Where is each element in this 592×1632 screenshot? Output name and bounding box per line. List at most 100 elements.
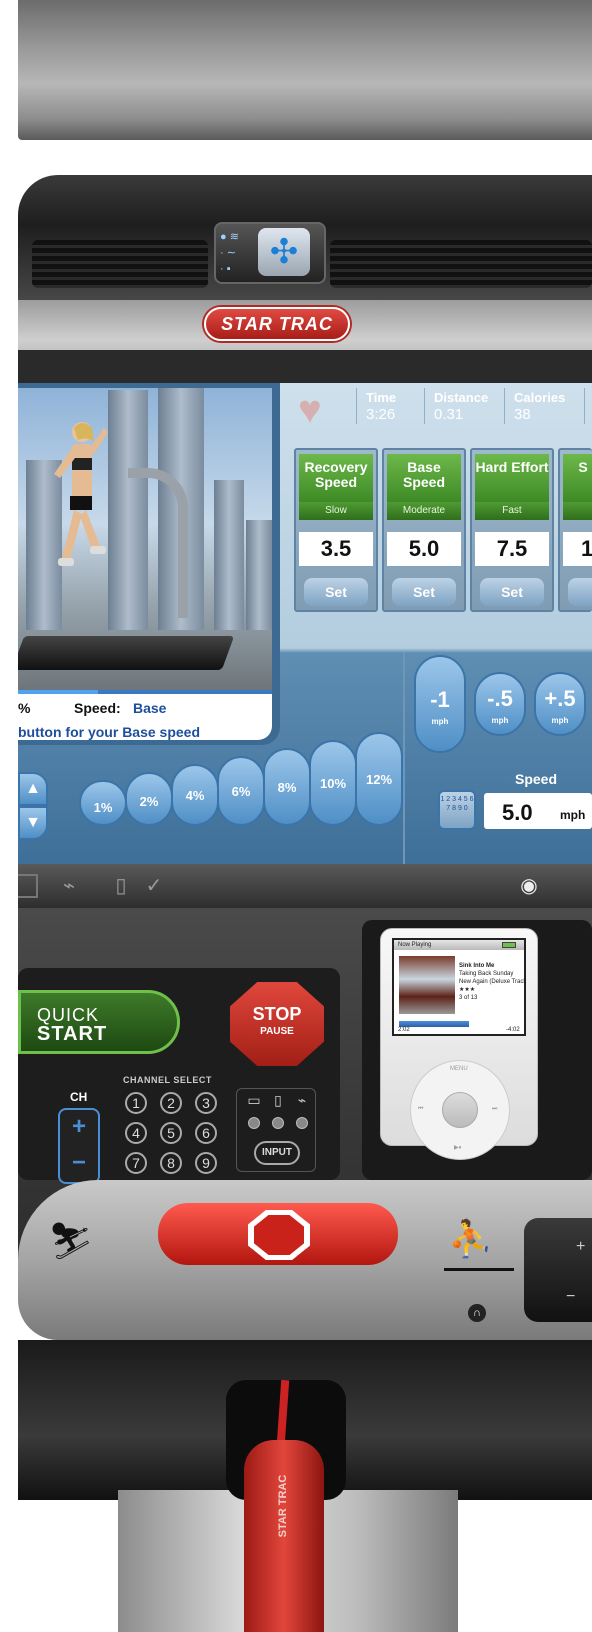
caption-percent: % [18, 700, 31, 716]
speed-minus-half-button[interactable]: -.5 mph [474, 672, 526, 736]
channel-9-button[interactable]: 9 [195, 1152, 217, 1174]
incline-4-button[interactable]: 4% [171, 764, 219, 826]
preset-subtitle: Fast [475, 502, 549, 520]
preset-title: S [563, 454, 592, 502]
preset-value: 3.5 [299, 532, 373, 566]
battery-icon [502, 942, 516, 948]
preset-recovery[interactable]: Recovery Speed Slow 3.5 Set [294, 448, 378, 612]
preset-set-button[interactable] [568, 578, 592, 606]
tv-led [248, 1117, 260, 1129]
caption-speed-value: Base [133, 700, 167, 716]
channel-7-button[interactable]: 7 [125, 1152, 147, 1174]
incline-down-button[interactable]: ▼ [18, 806, 48, 840]
speed-readout-unit: mph [560, 808, 586, 822]
speed-runner-icon: ⛹ [448, 1218, 493, 1259]
usb-icon: ⌁ [297, 1092, 307, 1108]
stop-pause-button[interactable]: STOP PAUSE [230, 982, 324, 1066]
ipod-elapsed: 2:02 [398, 1027, 410, 1033]
album-art [399, 956, 455, 1014]
channel-select-label: CHANNEL SELECT [123, 1075, 212, 1085]
incline-2-button[interactable]: 2% [125, 772, 173, 826]
keypad-button[interactable]: 1 2 3 4 5 6 7 8 9 0 [438, 790, 476, 830]
incline-6-button[interactable]: 6% [217, 756, 265, 826]
channel-2-button[interactable]: 2 [160, 1092, 182, 1114]
time-value: 3:26 [366, 406, 396, 423]
channel-8-button[interactable]: 8 [160, 1152, 182, 1174]
tv-icon: ▭ [247, 1092, 261, 1108]
preset-subtitle: Moderate [387, 502, 461, 520]
calories-label: Calories [514, 390, 566, 405]
distance-value: 0.31 [434, 406, 464, 423]
wheel-center-button[interactable] [442, 1092, 478, 1128]
channel-1-button[interactable]: 1 [125, 1092, 147, 1114]
minus-icon: − [566, 1288, 576, 1305]
channel-6-button[interactable]: 6 [195, 1122, 217, 1144]
preset-title: Recovery Speed [299, 454, 373, 502]
workout-video [18, 388, 272, 690]
preset-hard[interactable]: Hard Effort Fast 7.5 Set [470, 448, 554, 612]
incline-up-button[interactable]: ▲ [18, 772, 48, 806]
nike-icon[interactable]: ✓ [134, 874, 174, 898]
speed-readout-title: Speed [515, 771, 558, 787]
treadmill-console: ● ≋ · ∼ · ▪ ✣ STAR TRAC % Speed: Base bu… [18, 0, 592, 1632]
incline-runner-icon: ⛷ [48, 1220, 94, 1261]
video-progress [18, 690, 98, 694]
fan-speed-mid-icon: · ∼ [220, 247, 236, 259]
gap [18, 140, 592, 180]
ipod-remaining: -4:02 [506, 1027, 520, 1033]
channel-3-button[interactable]: 3 [195, 1092, 217, 1114]
caption-speed-label: Speed: [74, 700, 121, 716]
safety-key-label: STAR TRAC [277, 1474, 289, 1538]
stat-divider [424, 388, 425, 424]
speed-arrow [444, 1268, 514, 1271]
speed-readout-value: 5.0 [502, 800, 533, 825]
input-button[interactable]: INPUT [254, 1141, 300, 1165]
heart-rate-icon: ♥ [298, 388, 322, 432]
left-vent [32, 240, 208, 288]
screen-toggle-icon[interactable] [18, 874, 38, 898]
stop-sign-inner [254, 1215, 304, 1255]
channel-4-button[interactable]: 4 [125, 1122, 147, 1144]
preset-sprint[interactable]: S 1 [558, 448, 592, 612]
preset-set-button[interactable]: Set [304, 578, 368, 606]
ipod-artist: Taking Back Sunday [459, 971, 514, 977]
preset-subtitle [563, 502, 592, 520]
preset-set-button[interactable]: Set [480, 578, 544, 606]
preset-title: Hard Effort [475, 454, 549, 502]
ipod-led [272, 1117, 284, 1129]
preset-base[interactable]: Base Speed Moderate 5.0 Set [382, 448, 466, 612]
speed-rocker[interactable] [524, 1218, 592, 1322]
channel-down-button[interactable]: − [58, 1148, 100, 1178]
ipod-track: Sink Into Me [459, 963, 495, 969]
preset-set-button[interactable]: Set [392, 578, 456, 606]
stat-divider [356, 388, 357, 424]
incline-10-button[interactable]: 10% [309, 740, 357, 826]
quick-start-button[interactable]: QUICK START [18, 990, 180, 1054]
ipod-icon[interactable]: ▯ [108, 874, 134, 898]
right-vent [330, 240, 592, 288]
incline-8-button[interactable]: 8% [263, 748, 311, 826]
panel-divider [403, 652, 405, 864]
channel-label: CH [70, 1090, 88, 1104]
headphone-icon: ∩ [468, 1304, 486, 1322]
incline-1-button[interactable]: 1% [79, 780, 127, 826]
channel-5-button[interactable]: 5 [160, 1122, 182, 1144]
top-bar [18, 0, 592, 140]
caption-hint: button for your Base speed [18, 724, 201, 740]
preset-title: Base Speed [387, 454, 461, 502]
channel-up-button[interactable]: + [58, 1112, 100, 1142]
runner-figure [54, 422, 108, 566]
next-icon: ⏭ [492, 1106, 498, 1112]
fan-icon: ✣ [269, 233, 299, 271]
incline-12-button[interactable]: 12% [355, 732, 403, 826]
calories-value: 38 [514, 406, 531, 423]
headphone-jack-icon[interactable]: ◉ [516, 874, 542, 898]
time-label: Time [366, 390, 397, 405]
accessory-tray [18, 864, 592, 908]
speed-minus-1-button[interactable]: -1 mph [414, 655, 466, 753]
play-pause-icon: ▶⏸ [454, 1145, 462, 1151]
ipod-menu-label: MENU [450, 1066, 468, 1072]
speed-plus-half-button[interactable]: +.5 mph [534, 672, 586, 736]
usb-drive-icon[interactable]: ⌁ [56, 874, 82, 898]
preset-value: 5.0 [387, 532, 461, 566]
